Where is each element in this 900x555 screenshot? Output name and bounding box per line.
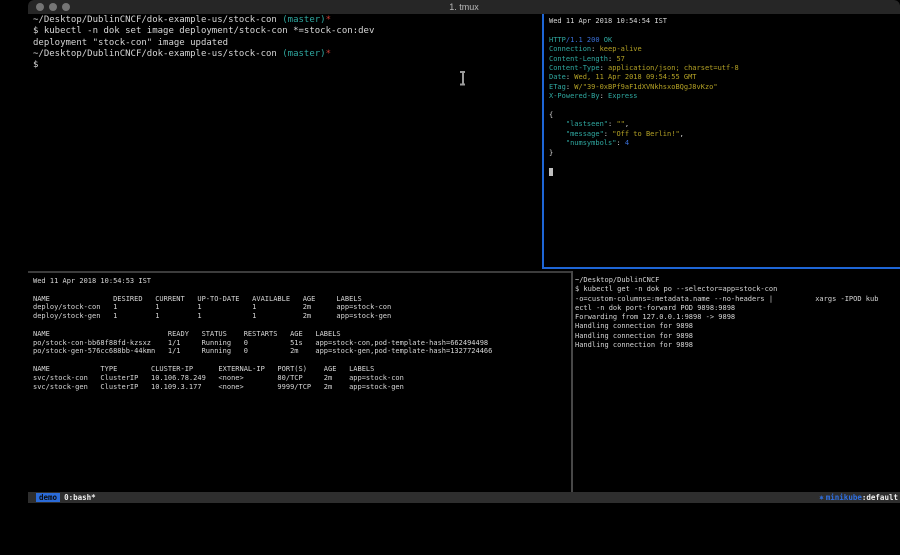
pane-divider-vertical[interactable] [571,271,573,492]
active-pane-divider-vertical[interactable] [542,14,544,269]
window-titlebar[interactable]: 1. tmux [28,0,900,14]
terminal-window: 1. tmux ~/Desktop/DublinCNCF/dok-example… [28,0,900,503]
tmux-window-tab[interactable]: 0:bash* [64,493,96,502]
window-title: 1. tmux [28,0,900,14]
pane-divider-horizontal[interactable] [28,271,572,273]
pane-kubectl-resources[interactable]: Wed 11 Apr 2018 10:54:53 IST NAME DESIRE… [28,273,576,492]
desktop-background: 1. tmux ~/Desktop/DublinCNCF/dok-example… [0,0,900,555]
tmux-session-name: demo [36,493,60,502]
kube-context-label: minikube [826,493,862,502]
text-ibeam-pointer-icon [459,71,466,85]
kube-namespace-label: :default [862,493,898,502]
kubernetes-helm-icon: ⎈ [819,493,824,502]
pane-shell-deploy[interactable]: ~/Desktop/DublinCNCF/dok-example-us/stoc… [28,14,547,272]
tmux-status-left: demo 0:bash* [36,493,96,502]
kube-context-status: ⎈ minikube :default [819,493,898,502]
pane-http-response[interactable]: Wed 11 Apr 2018 10:54:54 IST HTTP/1.1 20… [545,14,900,270]
active-pane-divider-horizontal[interactable] [542,267,900,269]
pane-port-forward[interactable]: ~/Desktop/DublinCNCF$ kubectl get -n dok… [573,269,900,492]
tmux-status-bar: demo 0:bash* ⎈ minikube :default [28,492,900,503]
terminal-screen: ~/Desktop/DublinCNCF/dok-example-us/stoc… [28,14,900,492]
